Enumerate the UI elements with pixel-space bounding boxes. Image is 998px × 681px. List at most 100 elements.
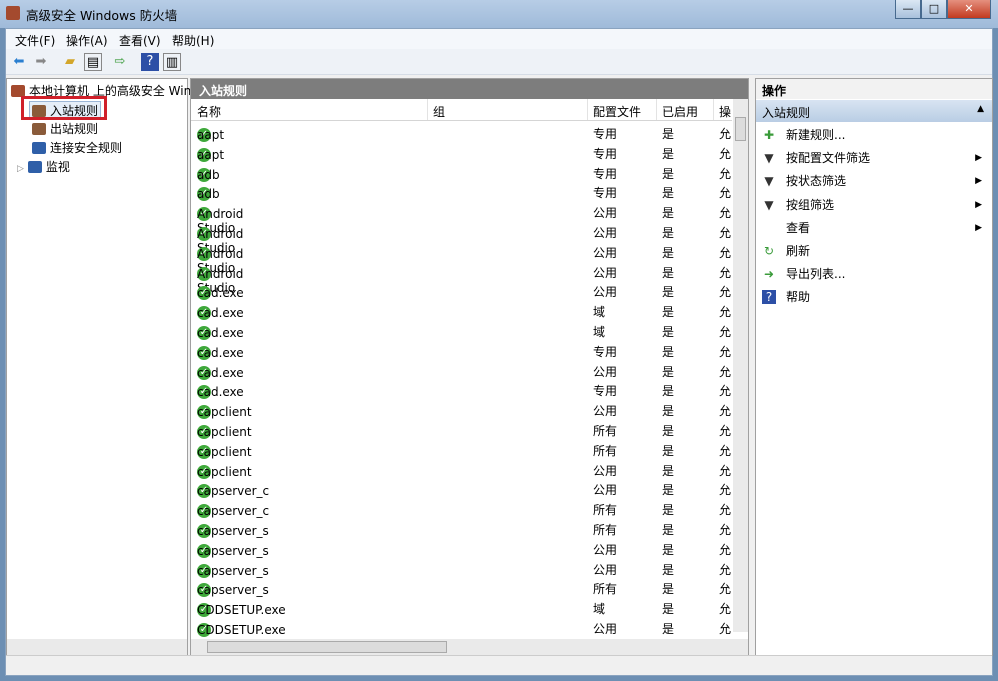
col-action[interactable]: 操 (719, 103, 731, 120)
tree-item-monitor[interactable]: ▷ 监视 (17, 158, 70, 175)
table-row[interactable]: ✓ cad.exe 专用 是 允 (191, 340, 732, 360)
rule-name: CDDSETUP.exe (197, 623, 286, 637)
rule-action: 允 (719, 622, 732, 636)
help-icon[interactable]: ? (141, 53, 159, 71)
action-item[interactable]: ✚ 新建规则... (756, 125, 992, 148)
table-row[interactable]: ✓ aapt 专用 是 允 (191, 142, 732, 162)
rule-action: 允 (719, 305, 732, 320)
up-folder-icon[interactable]: ▰ (61, 53, 79, 71)
table-row[interactable]: ✓ capclient 公用 是 允 (191, 459, 732, 479)
table-row[interactable]: ✓ Android Studio 公用 是 允 (191, 241, 732, 275)
table-row[interactable]: ✓ aapt 专用 是 允 (191, 122, 732, 142)
rule-name: cad.exe (197, 365, 244, 380)
rule-profile: 专用 (593, 344, 618, 359)
rule-name: adb (197, 187, 220, 202)
rule-action: 允 (719, 463, 732, 478)
rule-enabled: 是 (662, 245, 675, 260)
rules-vscrollbar[interactable] (733, 99, 748, 632)
minimize-button[interactable]: — (895, 0, 921, 19)
action-item[interactable]: ? 帮助 (756, 287, 992, 310)
rule-profile: 公用 (593, 285, 618, 300)
filter-icon: ▼ (764, 197, 774, 212)
back-icon[interactable]: ⬅ (10, 53, 28, 71)
maximize-button[interactable]: □ (921, 0, 947, 19)
table-row[interactable]: ✓ capserver_s 所有 是 允 (191, 577, 732, 598)
filter-icon: ▼ (764, 151, 774, 166)
rule-enabled: 是 (662, 285, 675, 300)
rule-profile: 域 (593, 602, 606, 617)
show-tree-icon[interactable]: ▤ (84, 53, 102, 71)
rule-name: capclient (197, 405, 252, 420)
table-row[interactable]: ✓ capserver_s 公用 是 允 (191, 538, 732, 558)
rule-action: 允 (719, 186, 732, 201)
rules-pane: 入站规则 名称 组 配置文件 已启用 操 ✓ aapt 专用 是 允 ✓ aapt 专… (190, 78, 749, 656)
rule-action: 允 (719, 226, 732, 240)
rule-profile: 专用 (593, 127, 618, 141)
toolbar: ⬅ ➡ ▰ ▤ ⇨ ? ▥ (6, 49, 992, 75)
action-item[interactable]: ↻ 刷新 (756, 241, 992, 264)
action-item[interactable]: ➜ 导出列表... (756, 264, 992, 287)
action-item[interactable]: ▼ 按状态筛选 ▶ (756, 171, 992, 194)
rule-enabled: 是 (662, 542, 675, 557)
collapse-icon[interactable]: ▲ (977, 104, 984, 114)
table-row[interactable]: ✓ capclient 所有 是 允 (191, 439, 732, 459)
table-row[interactable]: ✓ capserver_c 所有 是 允 (191, 498, 732, 519)
rule-action: 允 (719, 384, 732, 399)
table-row[interactable]: ✓ capclient 公用 是 允 (191, 399, 732, 420)
menu-help[interactable]: 帮助(H) (172, 32, 214, 49)
table-row[interactable]: ✓ cad.exe 公用 是 允 (191, 280, 732, 301)
tree-hscrollbar[interactable] (7, 639, 187, 655)
rule-name: capserver_s (197, 524, 269, 538)
rule-action: 允 (719, 602, 732, 617)
col-profile[interactable]: 配置文件 (593, 103, 641, 120)
actions-pane: 操作 入站规则 ▲ ✚ 新建规则... ▼ 按配置文件筛选 ▶ ▼ 按状态筛选 ▶ ▼ 按组筛选 ▶ 查… (755, 78, 993, 656)
col-group[interactable]: 组 (433, 103, 445, 120)
menu-action[interactable]: 操作(A) (66, 32, 108, 49)
action-item[interactable]: ▼ 按配置文件筛选 ▶ (756, 148, 992, 171)
table-row[interactable]: ✓ capserver_s 所有 是 允 (191, 518, 732, 538)
rule-profile: 公用 (593, 562, 618, 577)
menu-view[interactable]: 查看(V) (119, 32, 161, 49)
table-row[interactable]: ✓ CDDSETUP.exe 公用 是 允 (191, 617, 732, 637)
tree-item-connection-security[interactable]: 连接安全规则 (32, 139, 122, 156)
table-row[interactable]: ✓ cad.exe 公用 是 允 (191, 360, 732, 380)
tree-item-outbound[interactable]: 出站规则 (32, 120, 98, 137)
table-row[interactable]: ✓ Android Studio 公用 是 允 (191, 201, 732, 235)
action-item[interactable]: 查看 ▶ (756, 218, 992, 241)
export-list-icon[interactable]: ⇨ (111, 53, 129, 71)
table-row[interactable]: ✓ adb 专用 是 允 (191, 162, 732, 182)
rule-action: 允 (719, 503, 732, 518)
title-bar: 高级安全 Windows 防火墙 — □ ✕ (0, 0, 998, 28)
rule-action: 允 (719, 146, 732, 161)
show-action-pane-icon[interactable]: ▥ (163, 53, 181, 71)
table-row[interactable]: ✓ cad.exe 域 是 允 (191, 300, 732, 321)
table-row[interactable]: ✓ cad.exe 域 是 允 (191, 320, 732, 340)
table-row[interactable]: ✓ Android Studio 公用 是 允 (191, 261, 732, 295)
rule-enabled: 是 (662, 186, 675, 201)
rule-action: 允 (719, 344, 732, 359)
action-label: 按状态筛选 (786, 174, 847, 189)
actions-section-inbound[interactable]: 入站规则 ▲ (756, 100, 992, 122)
table-row[interactable]: ✓ capserver_s 公用 是 允 (191, 558, 732, 578)
table-row[interactable]: ✓ capserver_c 公用 是 允 (191, 478, 732, 499)
rule-profile: 公用 (593, 542, 618, 557)
rule-profile: 公用 (593, 206, 618, 221)
action-item[interactable]: ▼ 按组筛选 ▶ (756, 195, 992, 218)
rule-name: capclient (197, 444, 252, 459)
expand-icon[interactable]: ▷ (17, 164, 24, 174)
rule-enabled: 是 (662, 325, 675, 339)
menu-file[interactable]: 文件(F) (15, 32, 55, 49)
rule-enabled: 是 (662, 384, 675, 399)
col-name[interactable]: 名称 (197, 103, 221, 120)
table-row[interactable]: ✓ capclient 所有 是 允 (191, 419, 732, 439)
rules-hscrollbar[interactable] (191, 639, 748, 655)
close-button[interactable]: ✕ (947, 0, 991, 19)
rule-enabled: 是 (662, 166, 675, 181)
table-row[interactable]: ✓ cad.exe 专用 是 允 (191, 379, 732, 400)
table-row[interactable]: ✓ Android Studio 公用 是 允 (191, 221, 732, 255)
table-row[interactable]: ✓ CDDSETUP.exe 域 是 允 (191, 597, 732, 618)
col-enabled[interactable]: 已启用 (662, 103, 698, 120)
forward-icon[interactable]: ➡ (32, 53, 50, 71)
rule-enabled: 是 (662, 523, 675, 537)
table-row[interactable]: ✓ adb 专用 是 允 (191, 181, 732, 202)
